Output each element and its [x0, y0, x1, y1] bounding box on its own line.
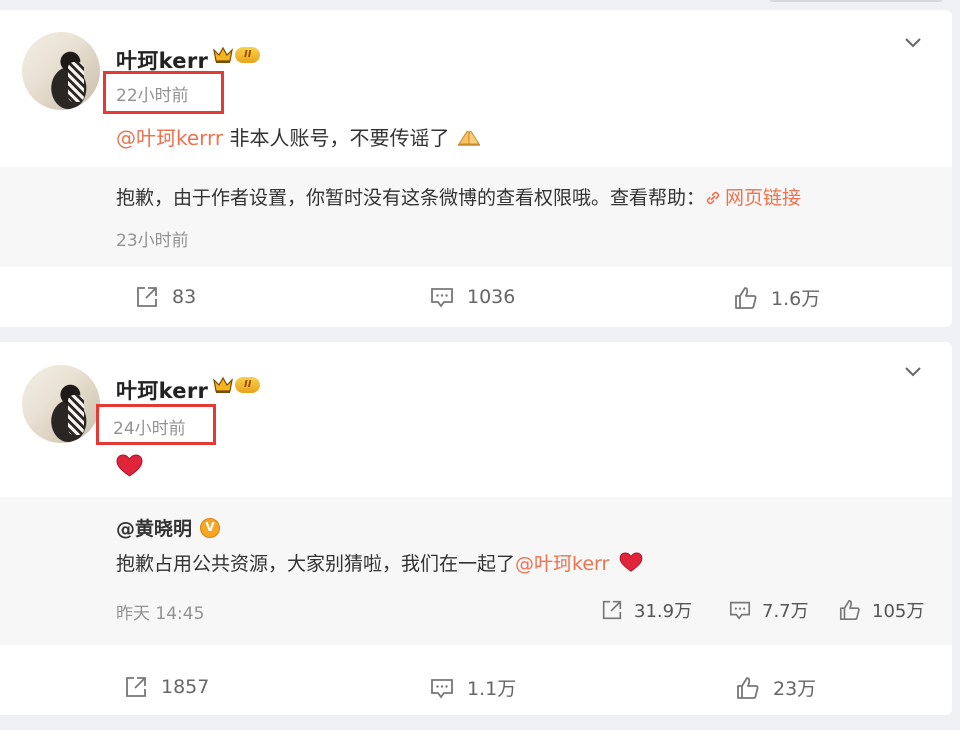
web-link[interactable]: 网页链接 [705, 187, 801, 209]
repost-button[interactable]: 1857 [123, 674, 209, 700]
quoted-like-button[interactable]: 105万 [838, 597, 924, 623]
quoted-body: 抱歉，由于作者设置，你暂时没有这条微博的查看权限哦。查看帮助： [116, 187, 706, 209]
vip-level: II [235, 47, 261, 63]
like-count: 1.6万 [771, 288, 821, 310]
comment-count: 1.1万 [467, 678, 517, 700]
crown-icon [213, 376, 233, 393]
avatar[interactable] [22, 32, 100, 110]
quoted-like-count: 105万 [872, 601, 925, 622]
quoted-time: 昨天 14:45 [116, 604, 205, 624]
web-link-label: 网页链接 [725, 187, 802, 209]
quoted-post[interactable]: 抱歉，由于作者设置，你暂时没有这条微博的查看权限哦。查看帮助： 网页链接 23小时… [0, 167, 952, 267]
weibo-card: 叶珂kerr II 22小时前 @叶珂kerrr 非本人账号，不要传谣了 抱歉，… [0, 10, 952, 327]
quoted-text: 抱歉，由于作者设置，你暂时没有这条微博的查看权限哦。查看帮助： 网页链接 [116, 183, 801, 210]
vip-level: II [235, 377, 261, 393]
quoted-author-row: @黄晓明 V [116, 514, 221, 541]
post-text: @叶珂kerrr 非本人账号，不要传谣了 [116, 122, 482, 151]
quoted-comment-button[interactable]: 7.7万 [728, 597, 809, 623]
post-time[interactable]: 22小时前 [116, 81, 189, 106]
like-button[interactable]: 23万 [735, 674, 816, 701]
quoted-time: 23小时前 [116, 231, 189, 251]
link-icon [706, 191, 720, 205]
chevron-down-icon[interactable] [902, 31, 924, 53]
quoted-text: 抱歉占用公共资源，大家别猜啦，我们在一起了@叶珂kerr [116, 549, 643, 576]
repost-icon [602, 600, 622, 620]
comment-icon [431, 678, 453, 698]
comment-icon [431, 288, 453, 308]
quoted-author[interactable]: @黄晓明 [116, 514, 192, 541]
mention-link[interactable]: @叶珂kerrr [116, 126, 223, 150]
thumbs-up-icon [839, 599, 860, 621]
top-bar-edge [770, 0, 942, 2]
comment-button[interactable]: 1.1万 [429, 674, 516, 701]
thumbs-up-icon [737, 676, 759, 699]
comment-count: 1036 [467, 286, 516, 308]
weibo-card: 叶珂kerr II 24小时前 @黄晓明 V 抱歉占用公共资源，大家别猜啦，我们… [0, 342, 952, 715]
repost-icon [126, 677, 146, 697]
repost-icon [137, 287, 157, 307]
verified-badge-icon: V [200, 517, 221, 538]
quoted-body: 抱歉占用公共资源，大家别猜啦，我们在一起了 [116, 553, 516, 575]
repost-button[interactable]: 83 [134, 284, 196, 310]
vip-badge[interactable]: II [212, 376, 261, 394]
avatar[interactable] [22, 365, 100, 443]
quoted-post[interactable]: @黄晓明 V 抱歉占用公共资源，大家别猜啦，我们在一起了@叶珂kerr 昨天 1… [0, 497, 952, 645]
repost-count: 1857 [161, 676, 210, 698]
crown-icon [213, 46, 233, 63]
author-name[interactable]: 叶珂kerr [116, 375, 208, 405]
quoted-repost-button[interactable]: 31.9万 [600, 597, 692, 623]
chevron-down-icon[interactable] [902, 360, 924, 382]
quoted-repost-count: 31.9万 [634, 601, 693, 622]
comment-button[interactable]: 1036 [429, 284, 515, 310]
heart-emoji-icon [619, 552, 643, 572]
like-count: 23万 [773, 678, 817, 700]
mention-link[interactable]: @叶珂kerr [515, 553, 609, 575]
heart-emoji-icon [116, 454, 143, 477]
pray-emoji-icon [457, 130, 480, 146]
quoted-comment-count: 7.7万 [762, 601, 809, 622]
vip-badge[interactable]: II [212, 46, 261, 64]
repost-count: 83 [172, 286, 197, 308]
post-body: 非本人账号，不要传谣了 [223, 126, 450, 150]
like-button[interactable]: 1.6万 [733, 284, 820, 311]
post-time[interactable]: 24小时前 [113, 414, 186, 439]
thumbs-up-icon [735, 286, 757, 309]
comment-icon [729, 601, 751, 620]
